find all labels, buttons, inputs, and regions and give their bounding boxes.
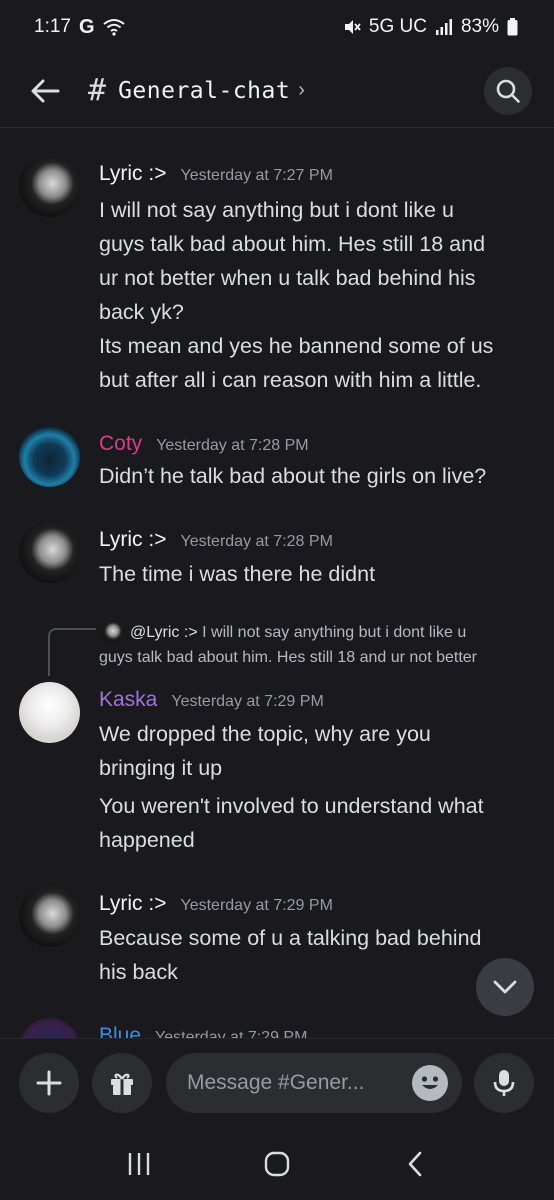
message-composer: Message #Gener... — [0, 1038, 554, 1128]
timestamp: Yesterday at 7:29 PM — [171, 693, 324, 710]
timestamp: Yesterday at 7:29 PM — [180, 897, 333, 914]
author-name[interactable]: Kaska — [99, 688, 157, 712]
search-button[interactable] — [484, 66, 532, 115]
message-line: guys talk bad about him. Hes still 18 an… — [99, 232, 486, 256]
author-name[interactable]: Lyric :> — [99, 892, 167, 916]
chevron-down-icon — [493, 980, 517, 994]
message-header: Blue Yesterday at 7:29 PM — [99, 1024, 307, 1038]
reply-avatar — [101, 621, 123, 643]
message-line: bringing it up — [99, 756, 223, 780]
recents-icon — [128, 1153, 150, 1175]
message-line: Its mean and yes he bannend some of us — [99, 334, 494, 358]
avatar[interactable] — [19, 522, 80, 583]
reply-text-line[interactable]: guys talk bad about him. Hes still 18 an… — [99, 649, 477, 667]
reply-mention: @Lyric :> — [130, 624, 198, 641]
message-line: his back — [99, 960, 178, 984]
message-header: Lyric :> Yesterday at 7:29 PM — [99, 892, 333, 916]
gift-icon — [111, 1073, 133, 1095]
gift-button[interactable] — [92, 1053, 152, 1113]
author-name[interactable]: Lyric :> — [99, 162, 167, 186]
mute-icon — [344, 20, 361, 34]
plus-icon — [36, 1070, 62, 1096]
timestamp: Yesterday at 7:28 PM — [180, 533, 333, 550]
signal-icon — [435, 19, 452, 35]
message-header: Lyric :> Yesterday at 7:27 PM — [99, 162, 333, 186]
chevron-left-icon — [408, 1151, 422, 1177]
back-button[interactable] — [28, 74, 62, 108]
battery-icon — [507, 18, 518, 36]
avatar[interactable] — [19, 682, 80, 743]
google-icon: G — [78, 15, 95, 38]
message-line: You weren't involved to understand what — [99, 794, 484, 818]
message-line: I will not say anything but i dont like … — [99, 198, 454, 222]
wifi-icon — [102, 19, 125, 36]
message-header: Lyric :> Yesterday at 7:28 PM — [99, 528, 333, 552]
avatar[interactable] — [19, 156, 80, 217]
status-bar: 1:17 G 5G UC 83% — [0, 0, 554, 54]
timestamp: Yesterday at 7:27 PM — [180, 167, 333, 184]
recents-button[interactable] — [114, 1139, 164, 1189]
add-button[interactable] — [19, 1053, 79, 1113]
reply-connector — [48, 628, 96, 676]
battery-level: 83% — [460, 16, 499, 37]
author-name[interactable]: Lyric :> — [99, 528, 167, 552]
arrow-left-icon — [31, 79, 60, 102]
search-icon — [496, 79, 520, 103]
message-line: Because some of u a talking bad behind — [99, 926, 482, 950]
author-name[interactable]: Coty — [99, 432, 142, 456]
avatar[interactable] — [19, 426, 80, 487]
avatar[interactable] — [19, 886, 80, 947]
timestamp: Yesterday at 7:29 PM — [155, 1029, 308, 1038]
timestamp: Yesterday at 7:28 PM — [156, 437, 309, 454]
reply-text-line: I will not say anything but i dont like … — [202, 624, 467, 641]
message-line: back yk? — [99, 300, 184, 324]
avatar[interactable] — [19, 1018, 80, 1038]
message-line: but after all i can reason with him a li… — [99, 368, 482, 392]
emoji-button[interactable] — [412, 1065, 448, 1101]
message-line: ur not better when u talk bad behind his — [99, 266, 476, 290]
network-type: 5G UC — [368, 16, 427, 37]
chevron-right-icon[interactable]: › — [298, 79, 305, 102]
message-input-placeholder: Message #Gener... — [187, 1071, 365, 1094]
voice-button[interactable] — [474, 1053, 534, 1113]
reply-preview[interactable]: @Lyric :> I will not say anything but i … — [130, 624, 466, 642]
channel-hash-icon: # — [88, 73, 107, 108]
scroll-to-bottom-button[interactable] — [476, 958, 534, 1016]
channel-header: # General-chat › — [0, 54, 554, 128]
clock: 1:17 — [34, 16, 71, 37]
back-nav-button[interactable] — [390, 1139, 440, 1189]
home-icon — [264, 1151, 290, 1177]
message-line: Didn’t he talk bad about the girls on li… — [99, 464, 487, 488]
microphone-icon — [493, 1070, 515, 1096]
message-line: happened — [99, 828, 195, 852]
emoji-icon — [421, 1076, 439, 1089]
message-line: The time i was there he didnt — [99, 562, 376, 586]
message-line: We dropped the topic, why are you — [99, 722, 431, 746]
system-nav-bar — [0, 1128, 554, 1200]
message-header: Coty Yesterday at 7:28 PM — [99, 432, 309, 456]
message-list[interactable]: Lyric :> Yesterday at 7:27 PM I will not… — [0, 128, 554, 1038]
channel-title[interactable]: General-chat — [118, 78, 290, 104]
author-name[interactable]: Blue — [99, 1024, 141, 1038]
message-header: Kaska Yesterday at 7:29 PM — [99, 688, 324, 712]
home-button[interactable] — [252, 1139, 302, 1189]
message-input[interactable]: Message #Gener... — [166, 1053, 462, 1113]
